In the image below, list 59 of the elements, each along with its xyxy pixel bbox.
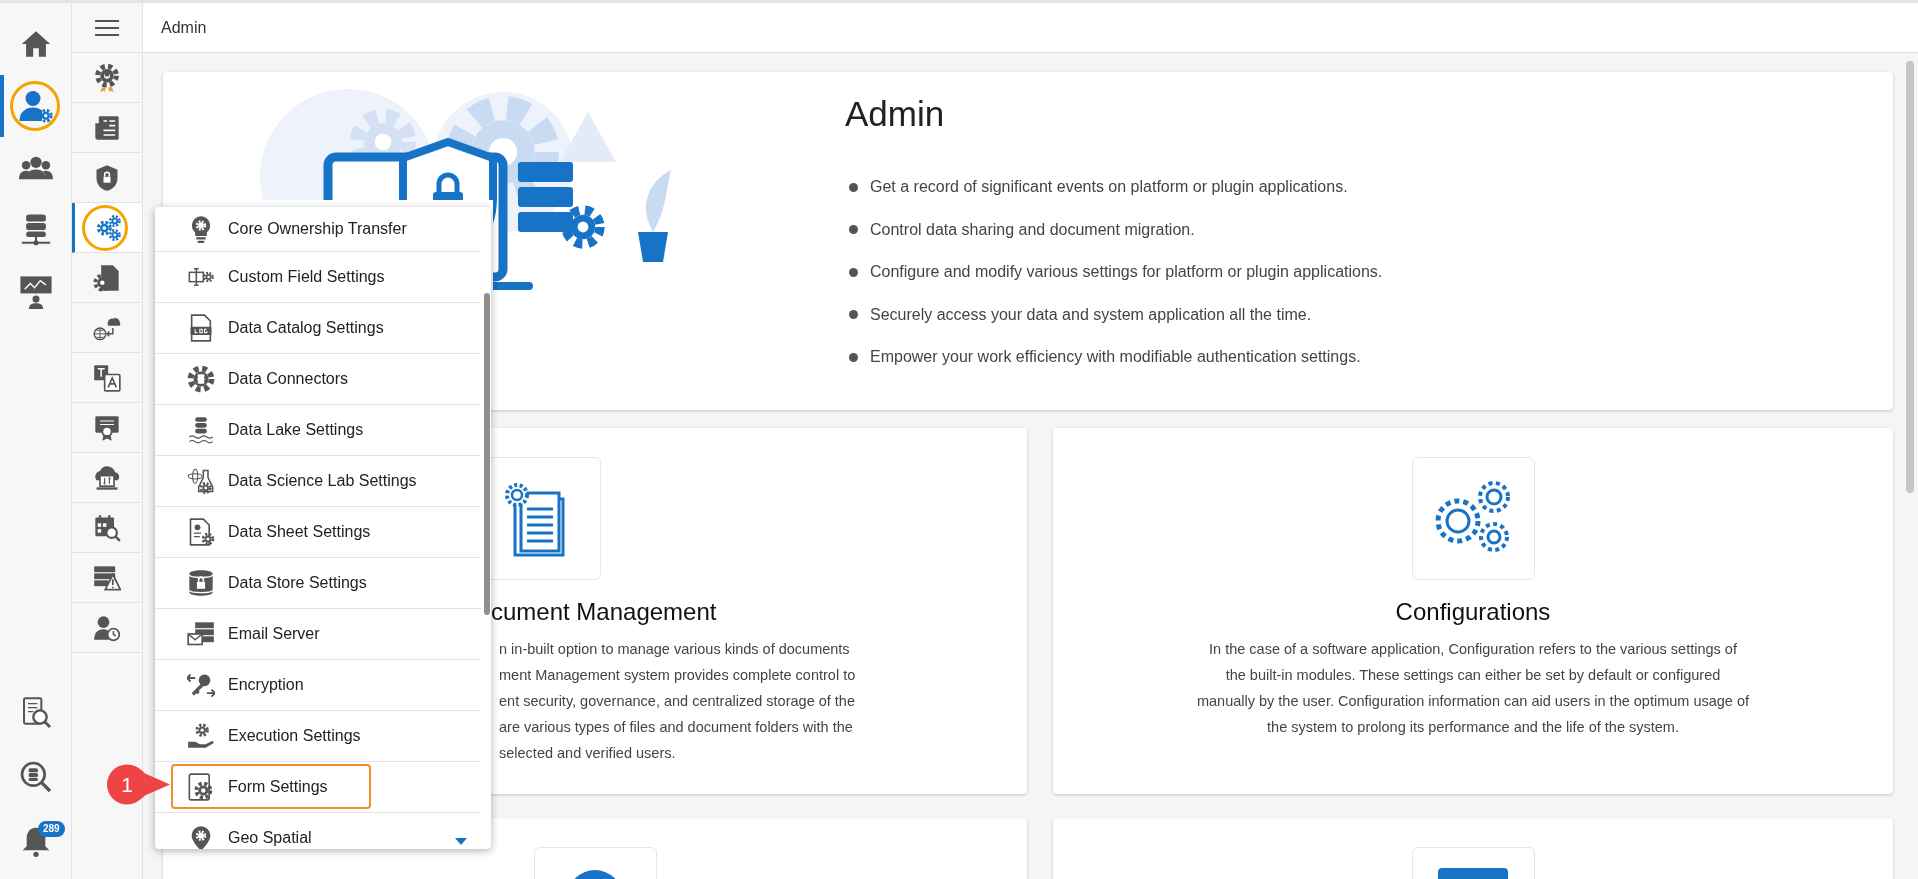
mail-server-icon — [187, 620, 215, 648]
certificate-icon — [93, 413, 121, 442]
step-badge: 1 — [107, 764, 171, 805]
bullet — [849, 310, 858, 320]
notification-badge: 289 — [38, 821, 65, 837]
caret-down-icon[interactable] — [455, 838, 467, 845]
invoice-icon — [93, 113, 121, 142]
scrollbar[interactable] — [484, 293, 490, 615]
award-icon — [93, 63, 121, 92]
cloud-monitor-icon — [93, 463, 121, 492]
presentation-icon — [18, 275, 53, 309]
bullet-text: Empower your work efficiency with modifiable authentication settings. — [870, 347, 1361, 368]
bullet — [849, 267, 858, 277]
database-search-icon — [19, 761, 52, 793]
bullet-text: Securely access your data and system application all the time. — [870, 304, 1312, 325]
dropdown-item[interactable]: Form Settings — [155, 762, 481, 813]
gears-icon — [94, 213, 123, 242]
dropdown-item[interactable]: Data Connectors — [155, 354, 481, 405]
dropdown-item[interactable]: Data Catalog Settings — [155, 303, 481, 354]
dropdown-item[interactable]: Email Server — [155, 609, 481, 660]
hand-gear-icon — [187, 722, 215, 750]
scrollbar[interactable] — [1906, 61, 1914, 493]
bullet — [849, 182, 858, 192]
key-arrows-icon — [187, 671, 215, 699]
highlight-ring — [10, 81, 60, 131]
page-title: Admin — [161, 17, 207, 38]
card-title: Configurations — [1394, 597, 1552, 627]
dropdown-item[interactable]: Encryption — [155, 660, 481, 711]
database-water-icon — [187, 416, 215, 444]
dropdown-item[interactable]: Data Sheet Settings — [155, 507, 481, 558]
dropdown-item[interactable]: Execution Settings — [155, 711, 481, 762]
server-warning-icon — [93, 563, 121, 592]
dropdown-item[interactable]: Data Store Settings — [155, 558, 481, 609]
bullet — [849, 352, 858, 362]
bullet — [849, 225, 858, 235]
document-gear-icon — [93, 263, 121, 292]
user-gear-icon — [17, 88, 54, 124]
card-title: cument Management — [491, 597, 717, 627]
bullet-text: Get a record of significant events on platform or plugin applications. — [870, 177, 1348, 198]
bullet-text: Control data sharing and document migration. — [870, 219, 1195, 240]
calendar-search-icon — [93, 513, 121, 542]
gear-database-icon — [187, 365, 215, 393]
atom-flask-icon — [187, 467, 215, 495]
bullet-text: Configure and modify various settings for platform or plugin applications. — [870, 262, 1383, 283]
dropdown-item[interactable]: Data Science Lab Settings — [155, 456, 481, 507]
card-description: n in-built option to manage various kinds of documents ment Management system provides complete control to ent security, governance, and centralized storage of the are various types of files and document folders with the selected and verified users. — [499, 640, 856, 763]
highlight-ring — [82, 205, 128, 251]
dropdown-item[interactable]: Data Lake Settings — [155, 405, 481, 456]
form-gear-icon — [187, 773, 215, 801]
dropdown-item[interactable]: Core Ownership Transfer — [155, 207, 481, 252]
hero-title: Admin — [845, 96, 946, 131]
user-clock-icon — [93, 613, 121, 642]
dropdown-item[interactable]: Custom Field Settings — [155, 252, 481, 303]
card-description: In the case of a software application, Configuration refers to the various settings of the built-in modules. These settings can either be set by default or configured manually by the user. Configuration information can aid users in the optimum usage of the system to prolong its performance and the life of the system. — [1195, 640, 1751, 737]
translate-icon — [93, 363, 121, 392]
nav-item[interactable]: 289 — [0, 809, 71, 873]
database-lock-icon — [187, 569, 215, 597]
menu-icon — [95, 18, 119, 37]
sheet-gear-icon — [187, 518, 215, 546]
